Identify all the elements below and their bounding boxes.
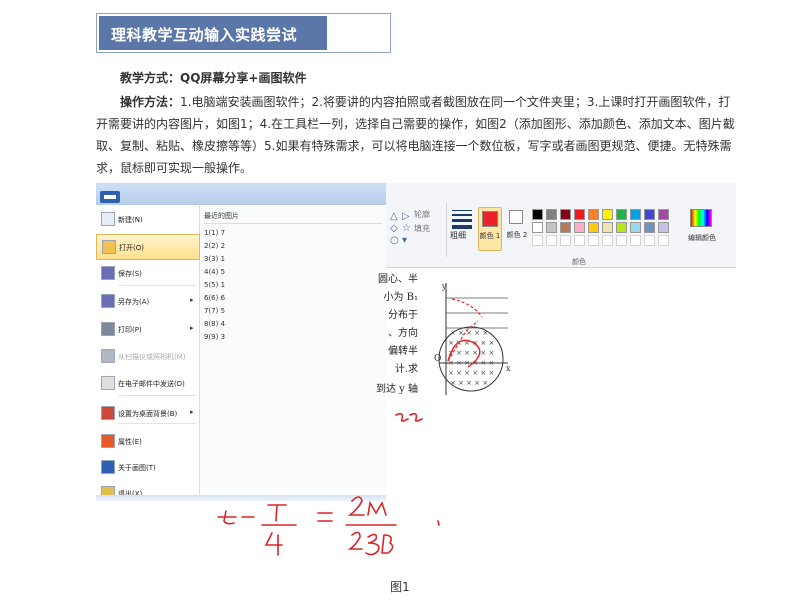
steps-paragraph: 操作方法：1.电脑端安装画图软件；2.将要讲的内容拍照或者截图放在同一个文件夹里…	[96, 91, 736, 179]
teaching-method-line: 教学方式：QQ屏幕分享+画图软件	[96, 67, 736, 89]
steps-label: 操作方法：	[120, 95, 181, 109]
svg-text:× × × × × ×: × × × × × ×	[448, 359, 494, 367]
y-axis-label: y	[441, 282, 447, 291]
handwritten-annotation	[217, 412, 440, 556]
field-diagram: y x O × × × × × × × × × × × × × × × × × …	[434, 282, 511, 395]
steps-text: 1.电脑端安装画图软件；2.将要讲的内容拍照或者截图放在同一个文件夹里；3.上课…	[96, 95, 735, 175]
drawing-canvas[interactable]: y x O × × × × × × × × × × × × × × × × × …	[96, 183, 736, 567]
svg-text:× × × × × ×: × × × × × ×	[448, 369, 494, 377]
paint-screenshot: △ ▷ ◇ ☆ ○ ▾ 轮廓 填充 粗细 颜色 1 颜色 2 编辑颜色 颜色 新…	[96, 183, 736, 567]
section-header: 理科教学互动输入实践尝试	[96, 13, 391, 53]
figure-caption: 图1	[390, 580, 410, 594]
x-axis-label: x	[506, 364, 511, 373]
method-label: 教学方式：	[120, 71, 181, 85]
svg-text:× × × × ×: × × × × ×	[450, 329, 488, 337]
svg-text:× × × × ×: × × × × ×	[450, 379, 488, 387]
section-title: 理科教学互动输入实践尝试	[99, 16, 327, 50]
origin-label: O	[434, 354, 441, 364]
method-value: QQ屏幕分享+画图软件	[180, 71, 307, 85]
